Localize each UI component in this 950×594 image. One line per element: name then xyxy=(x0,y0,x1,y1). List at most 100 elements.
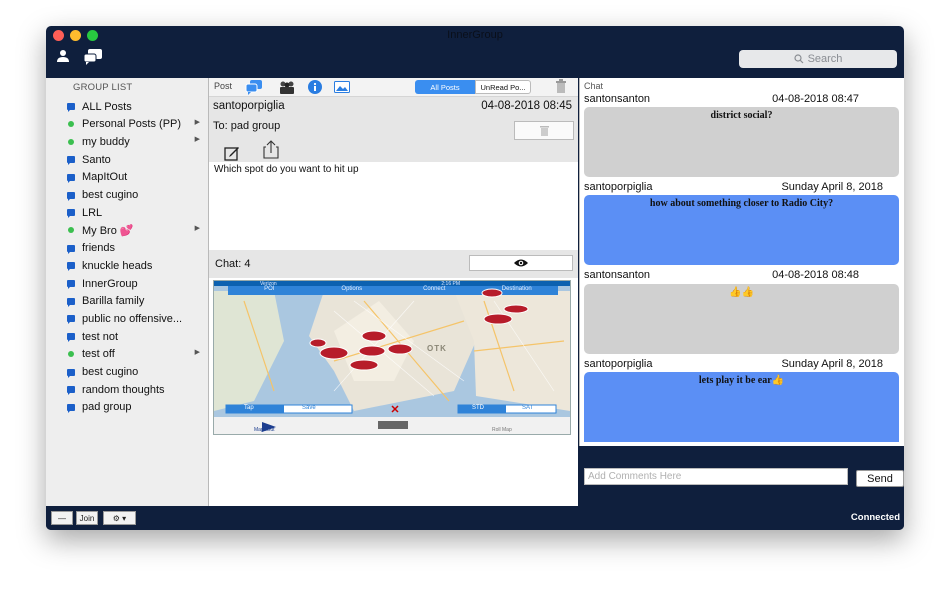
group-list-item-label: Santo xyxy=(82,153,111,166)
share-icon[interactable] xyxy=(263,140,279,159)
map-screenshot-attachment[interactable]: Verizon 2:16 PM POI Options Connect Dest… xyxy=(213,280,571,435)
flag-icon xyxy=(64,173,77,183)
comment-input[interactable]: Add Comments Here xyxy=(584,468,848,485)
chat-message-header: santonsanton 04-08-2018 08:48 xyxy=(584,269,897,281)
map-tab-poi: POI xyxy=(264,286,275,292)
info-icon[interactable] xyxy=(308,80,322,94)
map-footer-roll: Roll Map xyxy=(492,427,512,433)
post-label: Post xyxy=(214,81,233,91)
flag-icon xyxy=(64,315,77,325)
group-list-item[interactable]: random thoughts xyxy=(64,381,204,398)
map-tab-options: Options xyxy=(341,286,363,292)
expand-arrow-icon[interactable]: ▶ xyxy=(195,348,200,356)
flag-icon xyxy=(64,386,77,396)
flag-icon xyxy=(64,368,77,378)
view-button[interactable] xyxy=(469,255,573,271)
flag-icon xyxy=(64,262,77,272)
group-list-item[interactable]: Personal Posts (PP) ▶ xyxy=(64,116,204,133)
group-list-item[interactable]: test off ▶ xyxy=(64,346,204,363)
map-tabs: POI Options Connect Destination xyxy=(228,286,558,295)
chat-message-bubble: 👍👍 xyxy=(584,284,899,354)
group-list-item-label: test off xyxy=(82,348,115,361)
unread-posts-tab[interactable]: UnRead Po... xyxy=(475,80,531,94)
all-posts-tab[interactable]: All Posts xyxy=(415,80,475,94)
post-body: Which spot do you want to hit up xyxy=(213,162,574,248)
online-dot-icon xyxy=(64,227,77,234)
trash-icon[interactable] xyxy=(555,79,567,94)
post-date: 04-08-2018 08:45 xyxy=(481,100,572,112)
group-list-item[interactable]: LRL xyxy=(64,204,204,221)
group-list-item-label: friends xyxy=(82,242,116,255)
expand-arrow-icon[interactable]: ▶ xyxy=(195,118,200,126)
map-image xyxy=(214,281,570,434)
remove-group-button[interactable]: — xyxy=(51,511,73,525)
group-list-item[interactable]: InnerGroup xyxy=(64,275,204,292)
group-list-item-label: my buddy xyxy=(82,135,130,148)
bottom-bar: — Join ⚙ ▾ Connected xyxy=(46,506,904,530)
group-list-item-label: knuckle heads xyxy=(82,259,153,272)
group-list-item-label: test not xyxy=(82,330,119,343)
join-group-button[interactable]: Join xyxy=(76,511,98,525)
message-author: santonsanton xyxy=(584,93,651,105)
post-body-text: Which spot do you want to hit up xyxy=(214,164,359,175)
group-list-sidebar: GROUP LIST ALL Posts Personal Posts (PP) ▶… xyxy=(46,78,209,506)
map-area-label: OTK xyxy=(427,344,447,353)
chat-bubbles-icon[interactable] xyxy=(83,49,103,65)
map-tab-connect: Connect xyxy=(423,286,446,292)
trash-icon xyxy=(539,126,549,136)
map-std-button: STD xyxy=(472,405,484,411)
group-list-item[interactable]: knuckle heads xyxy=(64,257,204,274)
flag-icon xyxy=(64,191,77,201)
group-list-item[interactable]: Santo xyxy=(64,151,204,168)
comments-icon[interactable] xyxy=(245,80,263,95)
edit-icon[interactable] xyxy=(224,145,240,161)
image-icon[interactable] xyxy=(334,81,350,93)
flag-icon xyxy=(64,403,77,413)
group-list-item[interactable]: My Bro 💕 ▶ xyxy=(64,222,204,239)
title-bar: InnerGroup xyxy=(46,26,904,44)
delete-post-button[interactable] xyxy=(514,121,574,140)
chat-message-header: santonsanton 04-08-2018 08:47 xyxy=(584,93,897,105)
group-list-item[interactable]: MapItOut xyxy=(64,169,204,186)
group-list-item[interactable]: best cugino xyxy=(64,187,204,204)
expand-arrow-icon[interactable]: ▶ xyxy=(195,135,200,143)
settings-menu-button[interactable]: ⚙ ▾ xyxy=(103,511,136,525)
group-list-item[interactable]: my buddy ▶ xyxy=(64,133,204,150)
map-tab-destination: Destination xyxy=(501,286,532,292)
search-icon xyxy=(793,54,803,64)
app-window: InnerGroup Search GROUP LIST ALL Posts Pe… xyxy=(46,26,904,530)
group-list-item[interactable]: public no offensive... xyxy=(64,310,204,327)
group-list-item[interactable]: test not xyxy=(64,328,204,345)
message-text: lets play it be ear👍 xyxy=(698,375,785,386)
window-title: InnerGroup xyxy=(447,29,503,41)
group-list-item[interactable]: friends xyxy=(64,240,204,257)
flag-icon xyxy=(64,333,77,343)
online-dot-icon xyxy=(64,351,77,358)
group-list-item[interactable]: Barilla family xyxy=(64,293,204,310)
group-list-item[interactable]: pad group xyxy=(64,399,204,416)
group-list-item-label: My Bro 💕 xyxy=(82,224,134,237)
flag-icon xyxy=(64,209,77,219)
online-dot-icon xyxy=(64,138,77,145)
flag-icon xyxy=(64,280,77,289)
flag-icon xyxy=(64,103,77,112)
message-text: how about something closer to Radio City… xyxy=(649,198,834,209)
chat-header: Chat xyxy=(584,81,604,91)
message-date: 04-08-2018 08:47 xyxy=(772,93,859,105)
message-text: district social? xyxy=(710,110,773,121)
chat-message-header: santoporpiglia Sunday April 8, 2018 xyxy=(584,358,897,370)
profile-icon[interactable] xyxy=(56,49,70,63)
group-list-item[interactable]: best cugino xyxy=(64,364,204,381)
flag-icon xyxy=(64,244,77,254)
group-members-icon[interactable] xyxy=(279,80,295,94)
search-field[interactable]: Search xyxy=(739,50,897,68)
message-date: Sunday April 8, 2018 xyxy=(781,181,883,193)
group-list-item[interactable]: ALL Posts xyxy=(64,98,204,115)
group-list-item-label: ALL Posts xyxy=(82,100,132,113)
expand-arrow-icon[interactable]: ▶ xyxy=(195,224,200,232)
chat-message-bubble: how about something closer to Radio City… xyxy=(584,195,899,265)
map-sat-button: SAT xyxy=(522,405,534,411)
eye-icon xyxy=(514,259,528,267)
send-button[interactable]: Send xyxy=(856,470,904,487)
group-list-item-label: public no offensive... xyxy=(82,312,183,325)
